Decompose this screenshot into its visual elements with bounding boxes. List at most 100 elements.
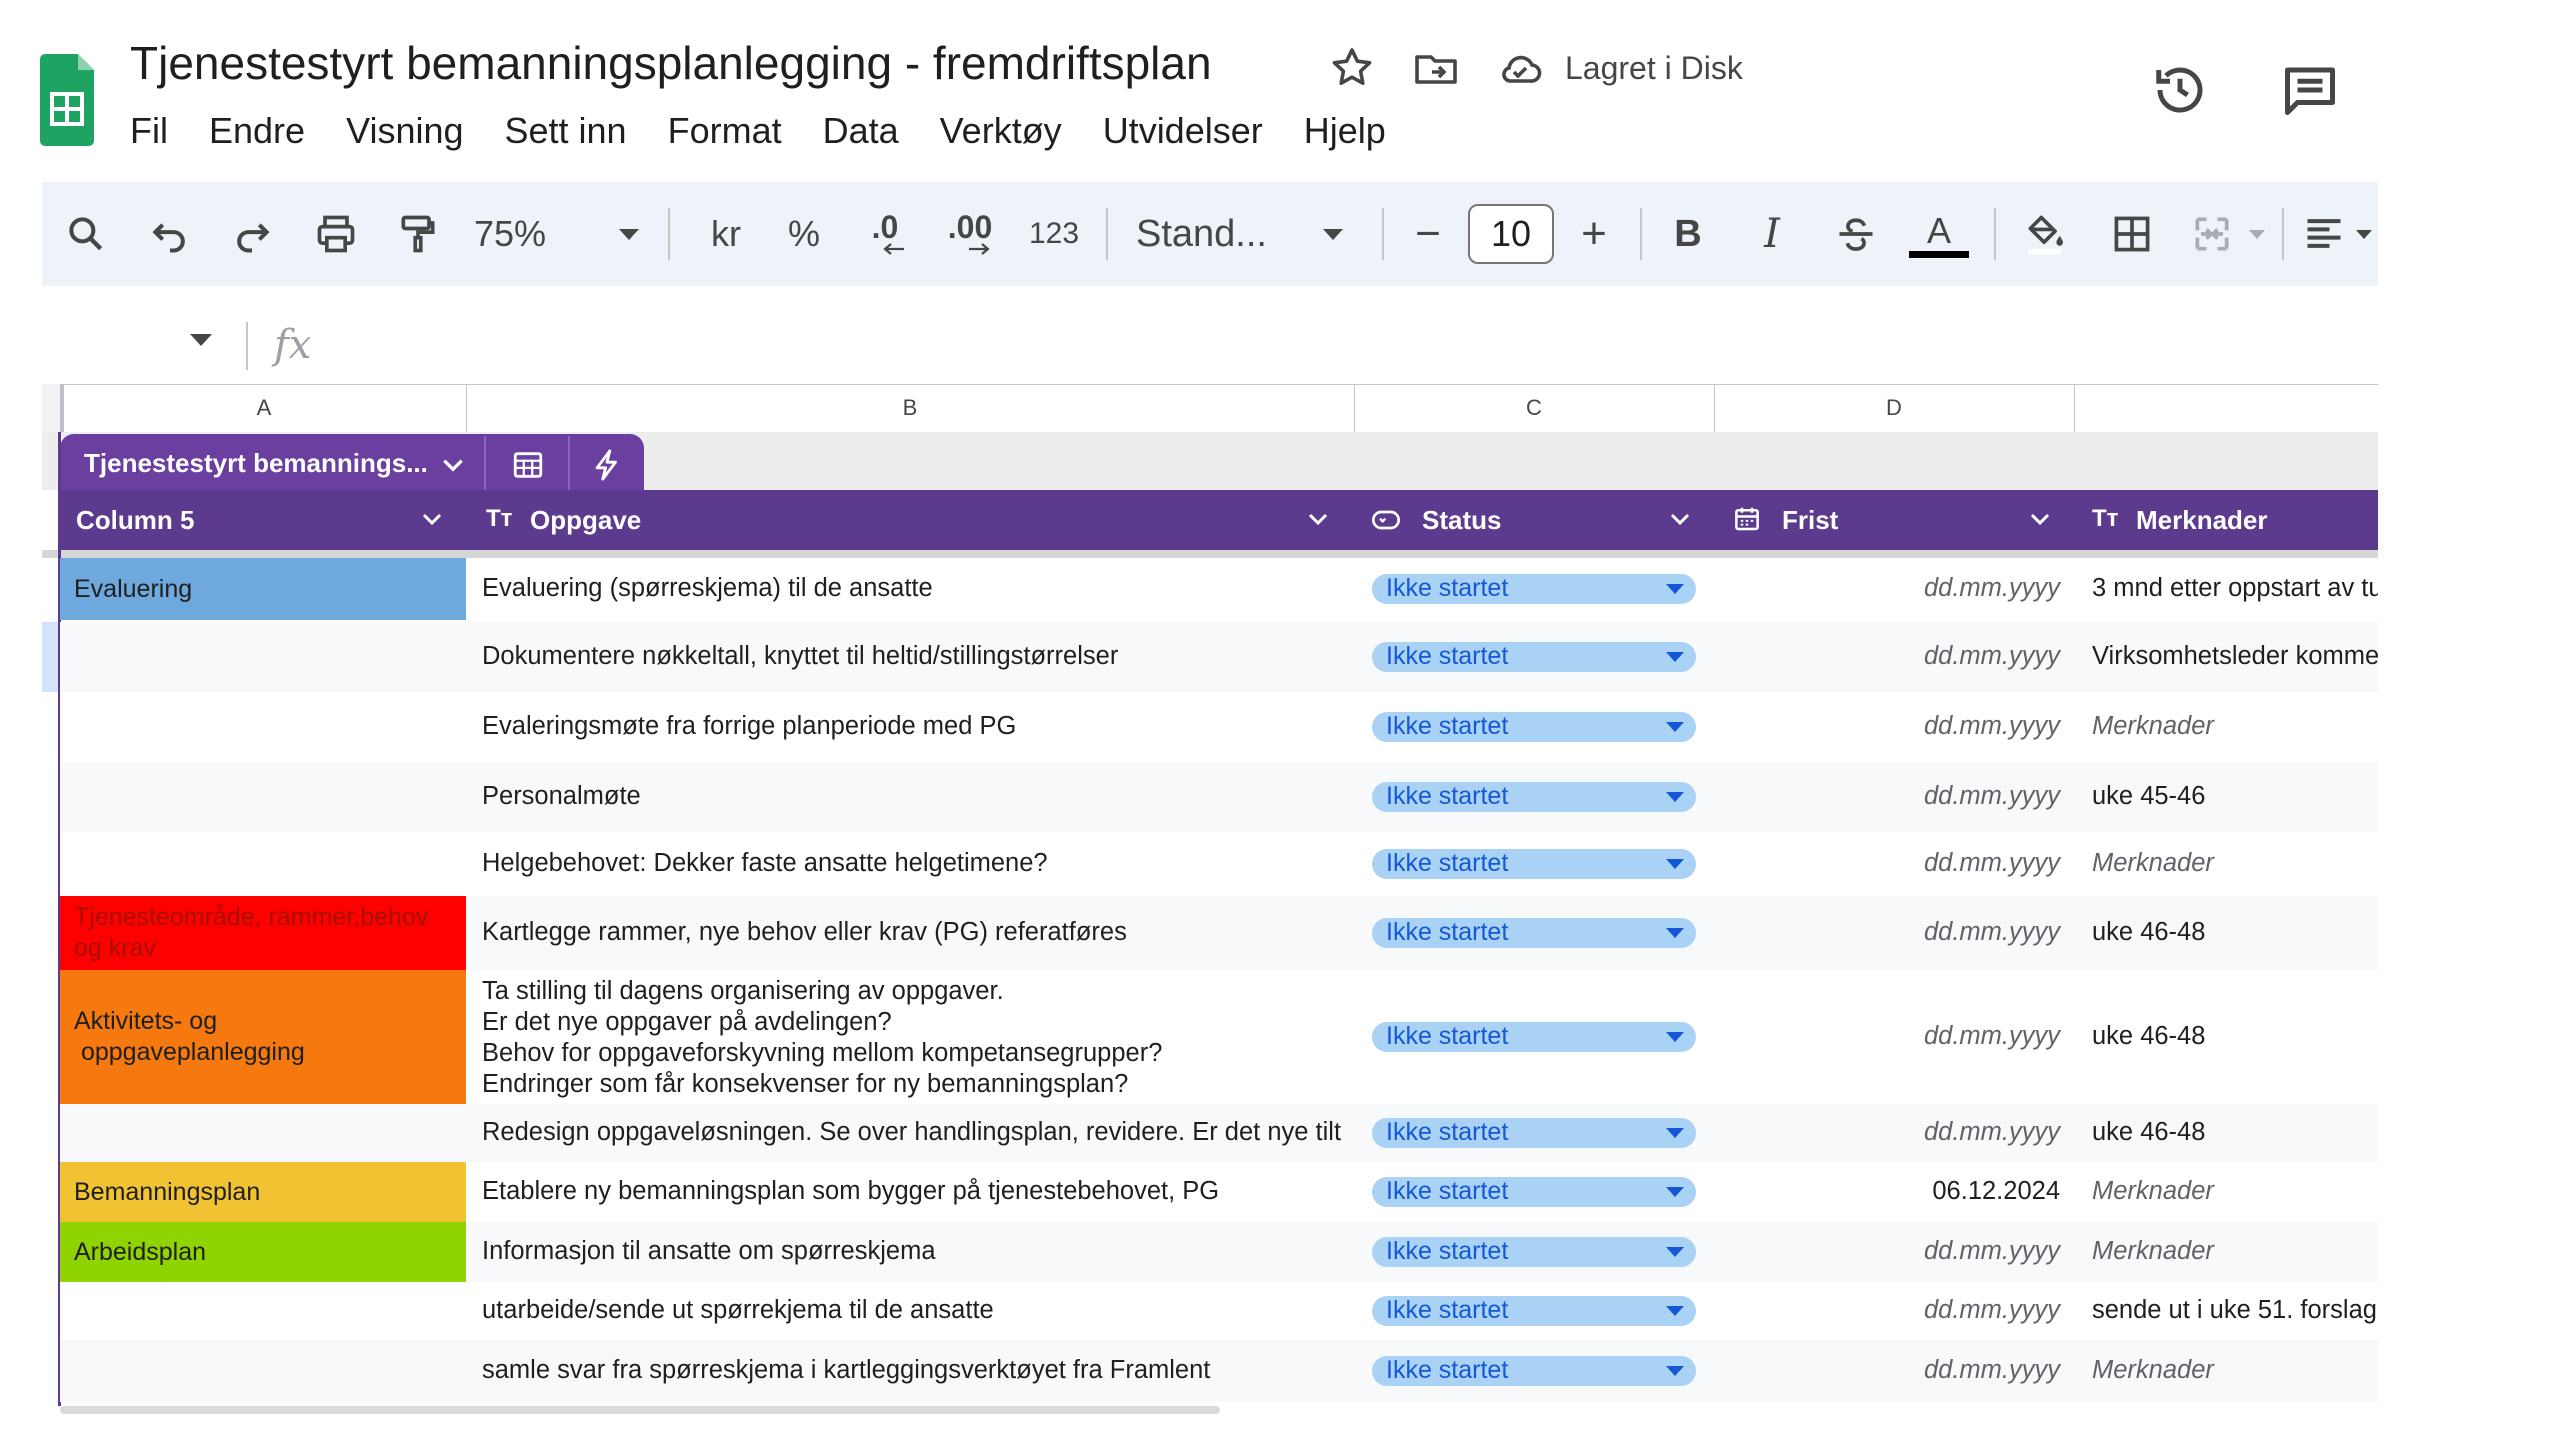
category-cell[interactable]: Evaluering bbox=[60, 558, 466, 620]
chevron-down-icon[interactable] bbox=[2028, 510, 2052, 528]
align-dropdown-arrow[interactable] bbox=[2352, 202, 2376, 266]
column-header-d[interactable]: D bbox=[1714, 384, 2075, 432]
borders-button[interactable] bbox=[2104, 202, 2160, 266]
header-frist[interactable]: Frist bbox=[1782, 490, 1838, 550]
merge-cells-button[interactable] bbox=[2184, 202, 2240, 266]
status-dropdown-icon[interactable] bbox=[1666, 722, 1684, 732]
header-merknader[interactable]: Merknader bbox=[2136, 490, 2268, 550]
document-title[interactable]: Tjenestestyrt bemanningsplanlegging - fr… bbox=[130, 36, 1212, 90]
name-box[interactable] bbox=[42, 316, 232, 376]
comments-icon[interactable] bbox=[2280, 60, 2340, 120]
note-cell[interactable]: sende ut i uke 51. forslag bbox=[2092, 1296, 2378, 1325]
column-header-c[interactable]: C bbox=[1354, 384, 1715, 432]
zoom-dropdown-arrow[interactable] bbox=[614, 202, 644, 266]
table-name[interactable]: Tjenestestyrt bemannings... bbox=[84, 448, 428, 479]
font-dropdown-arrow[interactable] bbox=[1318, 202, 1348, 266]
menu-format[interactable]: Format bbox=[668, 108, 782, 154]
chevron-down-icon[interactable] bbox=[1306, 510, 1330, 528]
menu-edit[interactable]: Endre bbox=[209, 108, 305, 154]
star-icon[interactable] bbox=[1328, 44, 1376, 92]
task-cell[interactable]: utarbeide/sende ut spørrekjema til de an… bbox=[482, 1296, 1352, 1325]
task-cell[interactable]: samle svar fra spørreskjema i kartleggin… bbox=[482, 1356, 1352, 1385]
task-cell[interactable]: Personalmøte bbox=[482, 782, 1352, 811]
formula-input[interactable] bbox=[330, 316, 2370, 376]
note-cell[interactable]: uke 46-48 bbox=[2092, 918, 2378, 947]
font-select[interactable]: Stand... bbox=[1136, 202, 1306, 266]
chevron-down-icon[interactable] bbox=[440, 456, 466, 474]
category-cell[interactable]: Bemanningsplan bbox=[60, 1162, 466, 1222]
horizontal-align-button[interactable] bbox=[2296, 202, 2352, 266]
paint-format-button[interactable] bbox=[390, 202, 446, 266]
select-all-corner[interactable] bbox=[42, 384, 64, 432]
note-cell[interactable]: Merknader bbox=[2092, 1237, 2378, 1266]
menu-tools[interactable]: Verktøy bbox=[940, 108, 1062, 154]
category-cell[interactable]: Arbeidsplan bbox=[60, 1222, 466, 1282]
font-size-input[interactable]: 10 bbox=[1468, 204, 1554, 264]
percent-format-button[interactable]: % bbox=[776, 202, 832, 266]
chevron-down-icon[interactable] bbox=[1668, 510, 1692, 528]
deadline-cell[interactable]: dd.mm.yyyy bbox=[1712, 1356, 2060, 1385]
task-cell[interactable]: Ta stilling til dagens organisering av o… bbox=[482, 976, 1352, 1100]
status-dropdown-icon[interactable] bbox=[1666, 1247, 1684, 1257]
fill-color-button[interactable] bbox=[2014, 202, 2076, 266]
print-button[interactable] bbox=[306, 202, 366, 266]
note-cell[interactable]: Merknader bbox=[2092, 849, 2378, 878]
more-formats-button[interactable]: 123 bbox=[1022, 202, 1086, 266]
move-folder-icon[interactable] bbox=[1412, 44, 1460, 92]
horizontal-scrollbar[interactable] bbox=[60, 1406, 1220, 1414]
note-cell[interactable]: Virksomhetsleder komme bbox=[2092, 642, 2378, 671]
deadline-cell[interactable]: dd.mm.yyyy bbox=[1712, 712, 2060, 741]
task-cell[interactable]: Informasjon til ansatte om spørreskjema bbox=[482, 1237, 1352, 1266]
note-cell[interactable]: uke 46-48 bbox=[2092, 1118, 2378, 1147]
name-box-dropdown-icon[interactable] bbox=[190, 334, 212, 346]
deadline-cell[interactable]: dd.mm.yyyy bbox=[1712, 849, 2060, 878]
menu-extensions[interactable]: Utvidelser bbox=[1103, 108, 1263, 154]
deadline-cell[interactable]: dd.mm.yyyy bbox=[1712, 1296, 2060, 1325]
increase-font-size-button[interactable]: + bbox=[1566, 202, 1622, 266]
status-dropdown-icon[interactable] bbox=[1666, 792, 1684, 802]
header-status[interactable]: Status bbox=[1422, 490, 1501, 550]
menu-insert[interactable]: Sett inn bbox=[505, 108, 627, 154]
sheets-logo-icon[interactable] bbox=[40, 54, 94, 146]
status-dropdown-icon[interactable] bbox=[1666, 584, 1684, 594]
header-oppgave[interactable]: Oppgave bbox=[530, 490, 641, 550]
deadline-cell[interactable]: dd.mm.yyyy bbox=[1712, 1237, 2060, 1266]
merge-dropdown-arrow[interactable] bbox=[2244, 202, 2270, 266]
deadline-cell[interactable]: dd.mm.yyyy bbox=[1712, 918, 2060, 947]
text-color-button[interactable]: A bbox=[1906, 202, 1972, 266]
task-cell[interactable]: Helgebehovet: Dekker faste ansatte helge… bbox=[482, 849, 1352, 878]
column-header-b[interactable]: B bbox=[466, 384, 1355, 432]
increase-decimal-button[interactable]: .00 bbox=[934, 202, 1006, 266]
status-dropdown-icon[interactable] bbox=[1666, 1306, 1684, 1316]
decrease-font-size-button[interactable]: − bbox=[1400, 202, 1456, 266]
note-cell[interactable]: uke 46-48 bbox=[2092, 1022, 2378, 1051]
status-dropdown-icon[interactable] bbox=[1666, 1128, 1684, 1138]
menu-data[interactable]: Data bbox=[823, 108, 899, 154]
status-dropdown-icon[interactable] bbox=[1666, 928, 1684, 938]
menu-help[interactable]: Hjelp bbox=[1304, 108, 1386, 154]
category-cell[interactable]: Aktivitets- og oppgaveplanlegging bbox=[60, 970, 466, 1104]
deadline-cell[interactable]: dd.mm.yyyy bbox=[1712, 642, 2060, 671]
zoom-select[interactable]: 75% bbox=[474, 202, 624, 266]
header-column-5[interactable]: Column 5 bbox=[76, 490, 194, 550]
task-cell[interactable]: Evaluering (spørreskjema) til de ansatte bbox=[482, 574, 1352, 603]
strikethrough-button[interactable] bbox=[1826, 202, 1886, 266]
task-cell[interactable]: Redesign oppgaveløsningen. Se over handl… bbox=[482, 1118, 1352, 1147]
save-status[interactable]: Lagret i Disk bbox=[1565, 50, 1743, 87]
note-cell[interactable]: uke 45-46 bbox=[2092, 782, 2378, 811]
status-dropdown-icon[interactable] bbox=[1666, 1187, 1684, 1197]
deadline-cell[interactable]: dd.mm.yyyy bbox=[1712, 782, 2060, 811]
deadline-cell[interactable]: dd.mm.yyyy bbox=[1712, 574, 2060, 603]
chevron-down-icon[interactable] bbox=[420, 510, 444, 528]
decrease-decimal-button[interactable]: .0 bbox=[852, 202, 918, 266]
task-cell[interactable]: Dokumentere nøkkeltall, knyttet til helt… bbox=[482, 642, 1352, 671]
version-history-icon[interactable] bbox=[2150, 60, 2210, 120]
note-cell[interactable]: Merknader bbox=[2092, 1177, 2378, 1206]
lightning-icon[interactable] bbox=[590, 448, 624, 482]
deadline-cell[interactable]: dd.mm.yyyy bbox=[1712, 1022, 2060, 1051]
task-cell[interactable]: Etablere ny bemanningsplan som bygger på… bbox=[482, 1177, 1352, 1206]
status-dropdown-icon[interactable] bbox=[1666, 1032, 1684, 1042]
deadline-cell[interactable]: dd.mm.yyyy bbox=[1712, 1118, 2060, 1147]
menu-view[interactable]: Visning bbox=[346, 108, 463, 154]
menu-file[interactable]: Fil bbox=[130, 108, 168, 154]
